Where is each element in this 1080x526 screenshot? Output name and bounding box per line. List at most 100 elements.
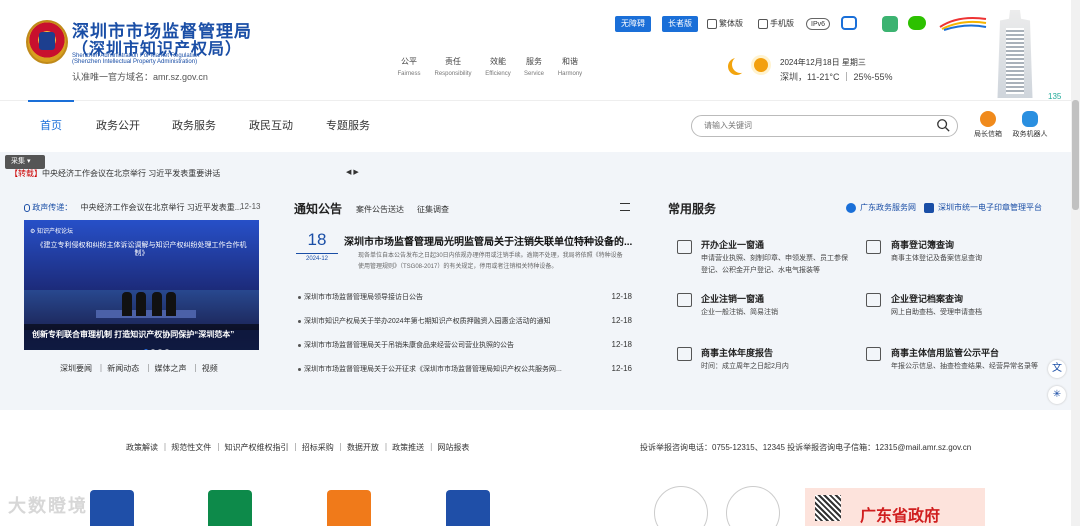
share-icon[interactable]: ✳ [1048, 386, 1066, 404]
value-responsibility: 责任 Responsibility [434, 57, 472, 77]
accessibility-button[interactable]: 无障碍 [615, 16, 651, 32]
service-annual-report[interactable]: 商事主体年度报告 [701, 346, 773, 359]
traditional-icon [707, 18, 717, 29]
bottom-chat-icon[interactable] [654, 486, 708, 526]
weather-info: 深圳，11-21°C ｜ 25%-55% [780, 72, 893, 82]
nav-home[interactable]: 首页 [40, 117, 62, 133]
collect-button[interactable]: 采集 ▾ [5, 155, 45, 169]
forum-logo: ⚙ 知识产权论坛 [30, 229, 74, 235]
gov-robot[interactable]: 政务机器人 [1008, 111, 1052, 139]
more-menu-icon[interactable] [620, 203, 630, 211]
left-tabs[interactable]: 深圳要闻｜ 新闻动态｜ 媒体之声｜ 视频 [60, 363, 223, 374]
gd-service-icon [846, 202, 856, 213]
nav-active-indicator [28, 100, 74, 102]
image-top-text: 《建立专利侵权和纠纷主体诉讼调解与知识产权纠纷处理工作合作机制》 [36, 242, 247, 257]
bottom-app-icon-4[interactable] [446, 490, 490, 526]
footer-link: 网站报表 [437, 443, 470, 452]
app-icon[interactable] [841, 16, 857, 30]
footer-link: 政策推送 [392, 443, 425, 452]
qr-code-icon [815, 495, 841, 521]
service-registry-query[interactable]: 商事登记簿查询 [891, 238, 954, 251]
wechat-icon[interactable] [908, 16, 926, 30]
mobile-version-link[interactable]: 手机版 [758, 17, 794, 31]
sun-icon [754, 58, 768, 72]
bottom-app-icon-fda[interactable] [208, 490, 252, 526]
emblem-icon [26, 20, 68, 64]
mayor-mailbox[interactable]: 局长信箱 [966, 111, 1010, 139]
tab-news-dynamics: 新闻动态 [107, 364, 140, 373]
mobile-icon [758, 18, 768, 29]
image-caption[interactable]: 创新专利联合审理机制 打造知识产权协同保护“深圳范本” [32, 329, 234, 340]
value-harmony: 和谐 Harmony [557, 57, 583, 77]
nav-gov-affairs[interactable]: 政务公开 [96, 117, 140, 133]
headline-date: 12-13 [240, 202, 261, 211]
tab-video: 视频 [201, 364, 218, 373]
tab-sz-news: 深圳要闻 [60, 364, 92, 373]
robot-icon [1022, 111, 1038, 127]
search-input[interactable]: 请输入关键词 [704, 120, 752, 131]
traditional-chinese-link[interactable]: 繁体版 [707, 17, 743, 31]
shenzhen-logo [938, 13, 988, 31]
deregister-icon [677, 293, 692, 307]
tab-case-notice[interactable]: 案件公告送达 [356, 204, 404, 215]
footer-links[interactable]: 政策解读｜ 规范性文件｜ 知识产权维权指引｜ 招标采购｜ 数据开放｜ 政策推送｜… [126, 442, 472, 453]
service-deregister-desc: 企业一般注销、简易注销 [701, 309, 778, 316]
seal-icon [924, 202, 934, 213]
tab-survey[interactable]: 征集调查 [417, 204, 449, 215]
value-fairness: 公平 Fairness [397, 57, 421, 77]
scrollbar[interactable] [1071, 0, 1080, 526]
gd-gov-banner-text[interactable]: 广东省政府 [860, 502, 940, 526]
footer-link: 规范性文件 [171, 443, 212, 452]
microphone-icon [24, 203, 30, 212]
bottom-edit-icon[interactable] [726, 486, 780, 526]
footer-contact: 投诉举报咨询电话：0755-12315、12345 投诉举报咨询电子信箱：123… [640, 443, 972, 452]
nav-interaction[interactable]: 政民互动 [249, 117, 293, 133]
footer-link: 知识产权维权指引 [224, 443, 289, 452]
featured-notice-desc: 现各单位自本公告发布之日起30日内依规办理停用或注销手续。逾期不处理，我局将依照… [358, 253, 623, 270]
search-icon[interactable] [936, 118, 950, 132]
official-domain: 认准唯一官方域名：amr.sz.gov.cn [72, 72, 208, 82]
bottom-app-icon-3[interactable] [327, 490, 371, 526]
service-credit-platform[interactable]: 商事主体信用监管公示平台 [891, 346, 999, 359]
building-windows [1006, 28, 1024, 94]
elder-mode-button[interactable]: 长者版 [662, 16, 698, 32]
weibo-icon[interactable] [882, 16, 898, 32]
gd-gov-service-link[interactable]: 广东政务服务网 [846, 202, 916, 213]
news-carousel-image[interactable]: ⚙ 知识产权论坛 《建立专利侵权和纠纷主体诉讼调解与知识产权纠纷处理工作合作机制… [24, 220, 259, 350]
notice-title[interactable]: 通知公告 [294, 200, 342, 217]
translate-icon[interactable]: 文 [1048, 360, 1066, 378]
service-deregister[interactable]: 企业注销一窗通 [701, 292, 764, 305]
service-archive-query[interactable]: 企业登记档案查询 [891, 292, 963, 305]
business-open-icon [677, 240, 692, 254]
moon-icon [732, 56, 749, 73]
search-box[interactable]: 请输入关键词 [691, 115, 958, 137]
footer-link: 政策解读 [126, 443, 158, 452]
site-header: 深圳市市场监督管理局 （深圳市知识产权局） Shenzhen Administr… [0, 0, 1080, 101]
annual-report-icon [677, 347, 692, 361]
gov-voice-headline[interactable]: 政声传递： 中央经济工作会议在北京举行 习近平发表重... [24, 202, 241, 213]
service-annual-report-desc: 时间：成立周年之日起2月内 [701, 363, 789, 370]
podium [96, 310, 196, 318]
mailbox-icon [980, 111, 996, 127]
footer-link: 数据开放 [346, 443, 379, 452]
carousel-dots[interactable] [144, 342, 172, 350]
tab-media: 媒体之声 [154, 364, 187, 373]
scrollbar-thumb[interactable] [1072, 100, 1079, 210]
ipv6-badge: IPv6 [806, 18, 831, 30]
nav-special-services[interactable]: 专题服务 [326, 117, 370, 133]
service-archive-query-desc: 网上自助查档、受理申请查档 [891, 309, 982, 316]
featured-date: 18 2024-12 [296, 230, 338, 262]
nav-gov-services[interactable]: 政务服务 [172, 117, 216, 133]
service-registry-query-desc: 商事主体登记及备案信息查询 [891, 255, 982, 262]
featured-notice-title[interactable]: 深圳市市场监督管理局光明监管局关于注销失联单位特种设备的... [344, 233, 634, 248]
news-ticker[interactable]: 【转载】中央经济工作会议在北京举行 习近平发表重要讲话 [10, 168, 220, 179]
services-title: 常用服务 [668, 202, 717, 216]
archive-query-icon [866, 293, 881, 307]
bottom-app-icon-1[interactable] [90, 490, 134, 526]
registry-query-icon [866, 240, 881, 254]
weather-date: 2024年12月18日 星期三 [780, 58, 866, 67]
service-open-business[interactable]: 开办企业一窗通 [701, 238, 764, 251]
e-seal-platform-link[interactable]: 深圳市统一电子印章管理平台 [924, 202, 1042, 213]
ticker-arrows[interactable]: ◀ ▶ [346, 168, 359, 176]
service-open-business-desc: 申请营业执照、刻制印章、申领发票、员工参保登记、公积金开户登记、水电气报装等 [701, 255, 848, 274]
